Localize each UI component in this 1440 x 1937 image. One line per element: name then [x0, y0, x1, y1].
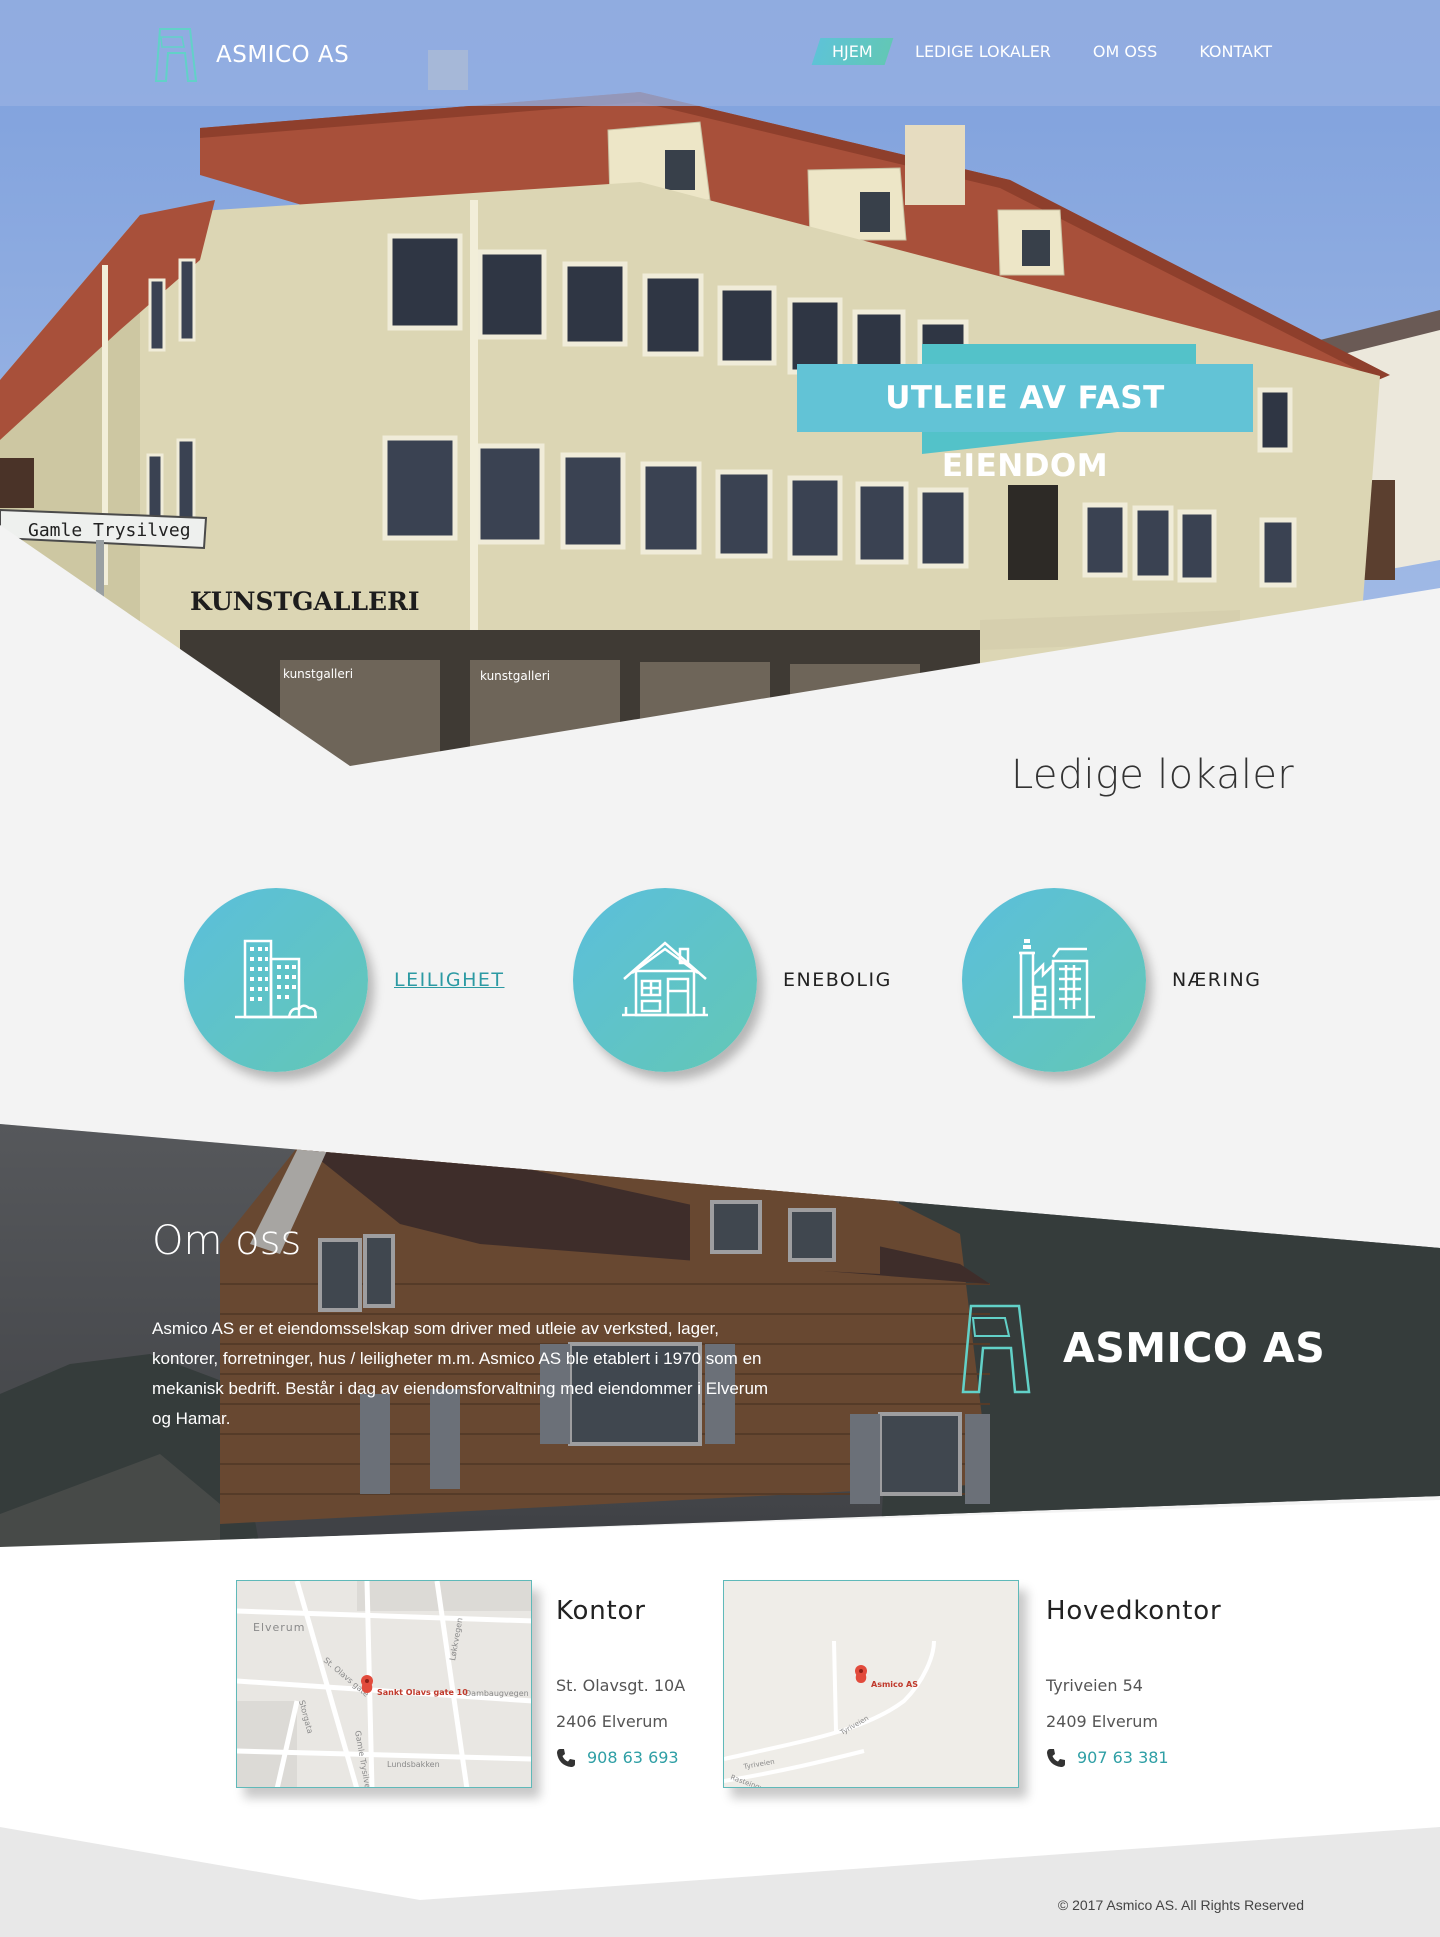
- hero-title: UTLEIE AV FAST EIENDOM: [885, 380, 1165, 484]
- about-description: Asmico AS er et eiendomsselskap som driv…: [152, 1319, 769, 1428]
- phone-icon: [557, 1749, 575, 1767]
- contact-background: [0, 1500, 1440, 1937]
- about-title: Om oss: [152, 1218, 302, 1264]
- map-town-label: Elverum: [253, 1621, 306, 1634]
- logo[interactable]: ASMICO AS: [152, 27, 349, 83]
- office-phone-number[interactable]: 908 63 693: [587, 1740, 679, 1776]
- office-address-line2: 2409 Elverum: [1046, 1712, 1158, 1731]
- nav-hjem[interactable]: HJEM: [811, 38, 894, 65]
- phone-icon: [1047, 1749, 1065, 1767]
- ledige-lokaler-title: Ledige lokaler: [1011, 752, 1294, 798]
- svg-text:Lundsbakken: Lundsbakken: [387, 1760, 440, 1769]
- category-naering[interactable]: NÆRING: [962, 888, 1261, 1072]
- house-icon: [622, 941, 708, 1017]
- enebolig-circle[interactable]: [573, 888, 757, 1072]
- main-menu: HJEM LEDIGE LOKALER OM OSS KONTAKT: [806, 38, 1288, 65]
- map-kontor[interactable]: Elverum St. Olavs gate Storgata Gamle Tr…: [236, 1580, 532, 1788]
- svg-text:Dambaugvegen: Dambaugvegen: [465, 1689, 529, 1698]
- about-brand-name: ASMICO AS: [1063, 1324, 1326, 1372]
- naering-circle[interactable]: [962, 888, 1146, 1072]
- nav-om-oss[interactable]: OM OSS: [1077, 38, 1173, 65]
- office-phone-link[interactable]: 907 63 381: [1046, 1740, 1221, 1776]
- naering-label[interactable]: NÆRING: [1172, 969, 1261, 991]
- asmico-logo-icon: [154, 28, 198, 82]
- asmico-logo-icon: [961, 1304, 1031, 1394]
- office-phone-number[interactable]: 907 63 381: [1077, 1740, 1169, 1776]
- category-enebolig[interactable]: ENEBOLIG: [573, 888, 892, 1072]
- office-address-line1: Tyriveien 54: [1046, 1676, 1143, 1695]
- category-leilighet[interactable]: LEILIGHET: [184, 888, 505, 1072]
- office-address-line1: St. Olavsgt. 10A: [556, 1676, 686, 1695]
- map-pin-icon: [855, 1665, 867, 1683]
- leilighet-link[interactable]: LEILIGHET: [394, 969, 505, 991]
- office-kontor: Kontor St. Olavsgt. 10A 2406 Elverum 908…: [556, 1596, 685, 1776]
- about-logo: ASMICO AS: [957, 1302, 1325, 1394]
- navbar: ASMICO AS HJEM LEDIGE LOKALER OM OSS KON…: [0, 0, 1440, 106]
- hero-section: KUNSTGALLERI kunstgalleri kunstgalleri G…: [0, 0, 1440, 770]
- office-title: Hovedkontor: [1046, 1596, 1222, 1626]
- office-hovedkontor: Hovedkontor Tyriveien 54 2409 Elverum 90…: [1046, 1596, 1221, 1776]
- nav-kontakt[interactable]: KONTAKT: [1183, 38, 1288, 65]
- map-pin-icon: [361, 1675, 373, 1693]
- office-address-line2: 2406 Elverum: [556, 1712, 668, 1731]
- map-marker-label: Asmico AS: [871, 1680, 918, 1689]
- leilighet-circle[interactable]: [184, 888, 368, 1072]
- factory-icon: [1013, 939, 1095, 1019]
- enebolig-label[interactable]: ENEBOLIG: [783, 969, 892, 991]
- hero-banner: UTLEIE AV FAST EIENDOM: [797, 344, 1253, 484]
- copyright-text: © 2017 Asmico AS. All Rights Reserved: [1057, 1897, 1304, 1913]
- brand-name: ASMICO AS: [216, 42, 350, 68]
- office-title: Kontor: [556, 1596, 646, 1626]
- nav-ledige-lokaler[interactable]: LEDIGE LOKALER: [899, 38, 1067, 65]
- apartment-building-icon: [235, 939, 317, 1019]
- map-marker-label: Sankt Olavs gate 10: [377, 1688, 468, 1697]
- map-hovedkontor[interactable]: Tyriveien Tyriveien Rasteingvegen Asmico…: [723, 1580, 1019, 1788]
- office-phone-link[interactable]: 908 63 693: [556, 1740, 685, 1776]
